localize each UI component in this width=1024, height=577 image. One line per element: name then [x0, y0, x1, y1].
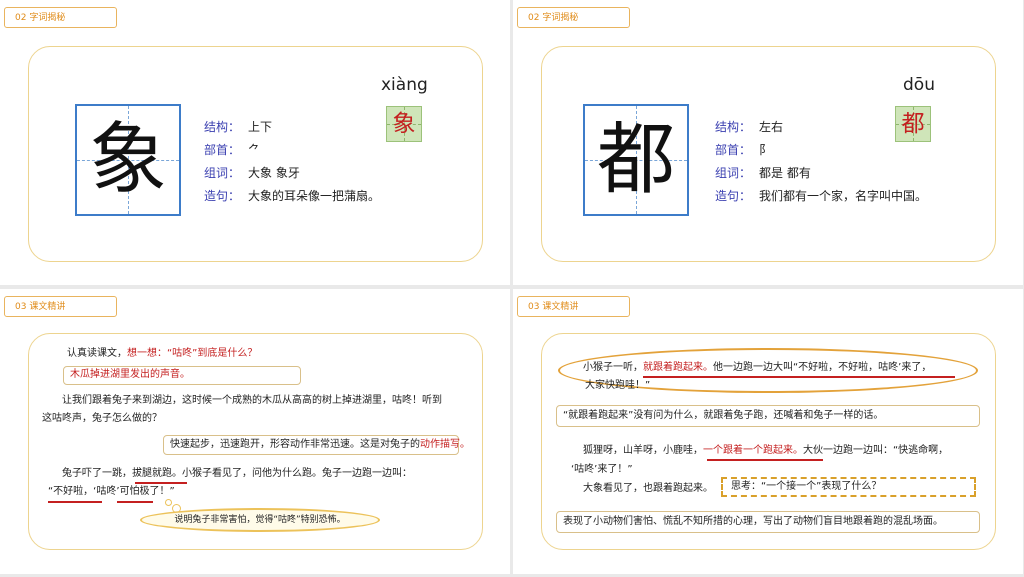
- section-tag: 03 课文精讲: [4, 296, 117, 317]
- annotation-text: 快速起步，迅速跑开，形容动作非常迅速。这是对兔子的: [170, 439, 420, 450]
- thought-cloud: 说明兔子非常害怕，觉得“咕咚”特别恐怖。: [140, 508, 380, 532]
- answer-box: 木瓜掉进湖里发出的声音。: [63, 366, 301, 385]
- big-character: 象: [88, 115, 167, 205]
- slide-char-dou[interactable]: 02 字词揭秘 都 结构： 左右 部首： 阝 组词： 都是 都有 造句： 我们都有一个家…: [513, 0, 1023, 285]
- underline-mark: [48, 501, 102, 503]
- info-key-radical: 部首：: [715, 143, 752, 157]
- story-text: 他一边跑一边大叫“不好啦，不好啦，咕咚’来了，: [713, 362, 932, 373]
- underline-mark: [707, 459, 823, 461]
- big-character: 都: [596, 115, 675, 205]
- small-character: 象: [392, 111, 416, 137]
- story-text: 兔子吓了一跳，: [62, 468, 132, 479]
- think-question-box: 思考：“一个接一个”表现了什么？: [721, 477, 976, 497]
- paragraph-line: 这咕咚声，兔子怎么做的？: [42, 413, 162, 424]
- small-char-grid: 象: [386, 106, 422, 142]
- info-value-radical: ⺈: [248, 143, 261, 157]
- info-key-words: 组词：: [715, 166, 752, 180]
- info-key-radical: 部首：: [204, 143, 241, 157]
- small-char-grid: 都: [895, 106, 931, 142]
- underline-mark: [643, 376, 955, 378]
- story-quote: “不好啦，‘咕咚’可怕极了！”: [48, 486, 175, 497]
- info-value-words: 都是 都有: [759, 166, 811, 180]
- annotation-box: “就跟着跑起来”没有问为什么，就跟着兔子跑，还喊着和兔子一样的话。: [556, 405, 980, 427]
- story-line: 兔子吓了一跳，拔腿就跑。小猴子看见了，问他为什么跑。兔子一边跑一边叫：: [62, 466, 412, 482]
- big-char-grid: 都: [583, 104, 689, 216]
- slide-lesson-rabbit[interactable]: 03 课文精讲 认真读课文，想一想：“咕咚”到底是什么？ 木瓜掉进湖里发出的声音…: [0, 289, 510, 574]
- question-prefix: 认真读课文，: [67, 348, 127, 359]
- story-highlight: 就跟着跑起来。: [643, 362, 713, 373]
- slide-char-xiang[interactable]: 02 字词揭秘 象 结构： 上下 部首： ⺈ 组词： 大象 象牙 造句： 大象的耳朵像一…: [0, 0, 510, 285]
- info-value-sentence: 我们都有一个家，名字叫中国。: [759, 189, 928, 203]
- question-line: 认真读课文，想一想：“咕咚”到底是什么？: [67, 346, 257, 362]
- story-highlight: 拔腿就跑。: [132, 468, 182, 479]
- annotation-highlight: 动作描写。: [420, 439, 470, 450]
- paragraph-line: 让我们跟着兔子来到湖边，这时候一个成熟的木瓜从高高的树上掉进湖里，咕咚！听到: [62, 395, 442, 406]
- story-line: 大象看见了，也跟着跑起来。: [583, 483, 713, 494]
- question-text: 想一想：“咕咚”到底是什么？: [127, 348, 258, 359]
- small-character: 都: [901, 111, 925, 137]
- story-text: 小猴子看见了，问他为什么跑。兔子一边跑一边叫：: [182, 468, 412, 479]
- info-value-sentence: 大象的耳朵像一把蒲扇。: [248, 189, 381, 203]
- info-value-structure: 上下: [248, 120, 273, 134]
- info-key-words: 组词：: [204, 166, 241, 180]
- info-value-radical: 阝: [759, 143, 772, 157]
- pinyin: xiàng: [381, 75, 428, 95]
- story-line: 狐狸呀，山羊呀，小鹿哇，一个跟着一个跑起来。大伙一边跑一边叫：“快逃命啊，: [583, 443, 948, 459]
- story-text: 小猴子一听，: [583, 362, 643, 373]
- info-key-structure: 结构：: [715, 120, 752, 134]
- underline-mark: [117, 501, 153, 503]
- info-key-sentence: 造句：: [715, 189, 752, 203]
- story-highlight: 一个跟着一个跑起来。: [703, 445, 803, 456]
- info-value-structure: 左右: [759, 120, 784, 134]
- info-value-words: 大象 象牙: [248, 166, 300, 180]
- section-tag: 02 字词揭秘: [517, 7, 630, 28]
- answer-box: 表现了小动物们害怕、慌乱不知所措的心理，写出了动物们盲目地跟着跑的混乱场面。: [556, 511, 980, 533]
- big-char-grid: 象: [75, 104, 181, 216]
- section-tag: 03 课文精讲: [517, 296, 630, 317]
- story-text: 狐狸呀，山羊呀，小鹿哇，: [583, 445, 703, 456]
- story-line: 大家快跑哇！”: [585, 380, 651, 391]
- slide-lesson-monkey[interactable]: 03 课文精讲 小猴子一听，就跟着跑起来。他一边跑一边大叫“不好啦，不好啦，咕咚…: [513, 289, 1023, 574]
- char-info: 结构： 上下 部首： ⺈ 组词： 大象 象牙 造句： 大象的耳朵像一把蒲扇。: [204, 116, 380, 208]
- info-key-structure: 结构：: [204, 120, 241, 134]
- story-line: 小猴子一听，就跟着跑起来。他一边跑一边大叫“不好啦，不好啦，咕咚’来了，: [583, 360, 931, 376]
- annotation-box: 快速起步，迅速跑开，形容动作非常迅速。这是对兔子的动作描写。: [163, 435, 470, 455]
- story-line: ‘咕咚’来了！”: [571, 464, 633, 475]
- info-key-sentence: 造句：: [204, 189, 241, 203]
- section-tag: 02 字词揭秘: [4, 7, 117, 28]
- story-text: 大伙一边跑一边叫：“快逃命啊，: [803, 445, 949, 456]
- pinyin: dōu: [903, 75, 935, 95]
- thought-bubble-dot: [165, 499, 172, 506]
